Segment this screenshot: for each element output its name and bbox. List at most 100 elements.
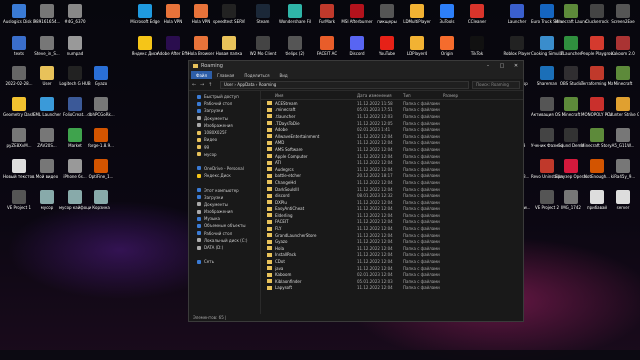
- nav-item[interactable]: Документы: [189, 201, 260, 208]
- desktop-icon[interactable]: CCleaner: [462, 4, 492, 38]
- desktop-icon[interactable]: Launcher: [502, 4, 532, 38]
- desktop-icon[interactable]: #4G_6370: [60, 4, 90, 38]
- desktop-icon[interactable]: VE Project 1: [4, 190, 34, 224]
- title-bar[interactable]: Roaming – □ ✕: [189, 61, 523, 71]
- table-row[interactable]: Audegrcs 11.12.2022 12:04 Папка с файлами: [261, 166, 523, 173]
- nav-item[interactable]: DATA (D:): [189, 244, 260, 251]
- nav-item[interactable]: Видео: [189, 136, 260, 143]
- table-row[interactable]: discord 08.01.2023 12:32 Папка с файлами: [261, 192, 523, 199]
- table-row[interactable]: DarkSoulsIII 11.12.2022 12:04 Папка с файл…: [261, 186, 523, 193]
- search-input[interactable]: Поиск: Roaming: [472, 80, 520, 89]
- desktop-icon[interactable]: Steve_in_S...: [32, 36, 62, 70]
- desktop-icon[interactable]: User: [32, 66, 62, 100]
- desktop-icon[interactable]: Auslogics Disk Defrag: [3, 4, 35, 38]
- nav-item[interactable]: мусор: [189, 151, 260, 158]
- nav-item[interactable]: Рабочий стол: [189, 100, 260, 107]
- nav-item[interactable]: Сеть: [189, 258, 260, 265]
- table-row[interactable]: AMS Software 11.12.2022 12:04 Папка с файл…: [261, 146, 523, 153]
- desktop-icon[interactable]: 3uTools: [432, 4, 462, 38]
- desktop-icon[interactable]: FurMark: [312, 4, 342, 38]
- nav-item[interactable]: Изображения: [189, 122, 260, 129]
- forward-arrow-icon[interactable]: →: [200, 82, 208, 88]
- desktop-icon[interactable]: MSI Afterburner: [341, 4, 373, 38]
- desktop-icon[interactable]: Корзина: [86, 190, 116, 224]
- desktop-icon[interactable]: Wondershare Filmora X: [279, 4, 311, 38]
- tab-view[interactable]: Вид: [274, 71, 292, 79]
- table-row[interactable]: Kiblaonfinder 05.01.2023 12:03 Папка с фай…: [261, 278, 523, 285]
- table-row[interactable]: EasyAntiCheat 11.12.2022 12:04 Папка с фай…: [261, 206, 523, 213]
- desktop-icon[interactable]: Hola VPN: [186, 4, 216, 38]
- table-row[interactable]: .TDaysToDie 11.12.2022 12:05 Папка с файла…: [261, 120, 523, 127]
- desktop-icon[interactable]: Microsoft Edge: [130, 4, 160, 38]
- desktop-icon[interactable]: Мой видео: [32, 159, 62, 193]
- nav-item[interactable]: Изображения: [189, 208, 260, 215]
- table-row[interactable]: InstallPack 11.12.2022 12:04 Папка с файла…: [261, 252, 523, 259]
- desktop-icon[interactable]: server: [608, 190, 638, 224]
- desktop-icon[interactable]: Counter Strike Global Off...: [607, 97, 639, 131]
- desktop-icon[interactable]: numpad: [60, 36, 90, 70]
- desktop-icon[interactable]: forge-1.8.9...: [86, 128, 116, 162]
- table-row[interactable]: FACEIT 11.12.2022 12:04 Папка с файлами: [261, 219, 523, 226]
- column-date[interactable]: Дата изменения: [357, 93, 403, 98]
- nav-item[interactable]: Быстрый доступ: [189, 93, 260, 100]
- desktop-icon[interactable]: OptiFine_1...: [86, 159, 116, 193]
- desktop-icon[interactable]: Steam: [248, 4, 278, 38]
- table-row[interactable]: battle-etcher 20.12.2022 18:17 Папка с фай…: [261, 173, 523, 180]
- table-row[interactable]: CDot 11.12.2022 12:04 Папка с файлами: [261, 258, 523, 265]
- nav-item[interactable]: gg: [189, 143, 260, 150]
- nav-item[interactable]: Локальный диск (C:): [189, 237, 260, 244]
- desktop-icon[interactable]: A5_G11W...: [608, 128, 638, 162]
- column-type[interactable]: Тип: [403, 93, 443, 98]
- up-arrow-icon[interactable]: ↑: [208, 82, 216, 88]
- tab-share[interactable]: Поделиться: [239, 71, 274, 79]
- nav-item[interactable]: 1080X025F: [189, 129, 260, 136]
- table-row[interactable]: Gyazo 11.12.2022 12:04 Папка с файлами: [261, 238, 523, 245]
- table-row[interactable]: java 11.12.2022 12:04 Папка с файлами: [261, 265, 523, 272]
- table-row[interactable]: Hola 11.12.2022 12:04 Папка с файлами: [261, 245, 523, 252]
- nav-item[interactable]: Яндекс.Диск: [189, 172, 260, 179]
- desktop-icon[interactable]: EML Launcher: [32, 97, 62, 131]
- desktop-icon[interactable]: Screen2Exe: [608, 4, 638, 38]
- table-row[interactable]: ChangeHd 11.12.2022 12:04 Папка с файлами: [261, 179, 523, 186]
- table-row[interactable]: Adobe 02.01.2023 1:41 Папка с файлами: [261, 126, 523, 133]
- nav-item[interactable]: Этот компьютер: [189, 186, 260, 193]
- desktop-icon[interactable]: texts: [4, 36, 34, 70]
- table-row[interactable]: FLY 11.12.2022 12:04 Папка с файлами: [261, 225, 523, 232]
- column-size[interactable]: Размер: [443, 93, 483, 98]
- desktop-icon[interactable]: пикщеры: [372, 4, 402, 38]
- desktop-icon[interactable]: speedtest SERVER: [213, 4, 245, 38]
- table-row[interactable]: DXPlu 11.12.2022 12:04 Папка с файлами: [261, 199, 523, 206]
- table-row[interactable]: ATI 11.12.2022 12:04 Папка с файлами: [261, 159, 523, 166]
- table-row[interactable]: ACEStream 11.12.2022 11:58 Папка с файлами: [261, 100, 523, 107]
- desktop-icon[interactable]: pyZE8XvM...: [4, 128, 34, 162]
- nav-item[interactable]: Загрузки: [189, 194, 260, 201]
- nav-item[interactable]: Объемные объекты: [189, 222, 260, 229]
- column-name[interactable]: Имя: [261, 93, 357, 98]
- desktop-icon[interactable]: мусор: [32, 190, 62, 224]
- table-row[interactable]: AllwaveEntertainment 11.12.2022 12:04 Папк…: [261, 133, 523, 140]
- desktop-icon[interactable]: kiRa45y_9...: [608, 159, 638, 193]
- table-row[interactable]: Lapysoft 11.12.2022 12:04 Папка с файлами: [261, 285, 523, 292]
- desktop-icon[interactable]: ZAV20S...: [32, 128, 62, 162]
- table-row[interactable]: Kaboom 02.01.2023 12:04 Папка с файлами: [261, 271, 523, 278]
- desktop-icon[interactable]: Adobe After Effects 2019: [157, 36, 189, 70]
- nav-item[interactable]: Загрузки: [189, 107, 260, 114]
- table-row[interactable]: AMD 11.12.2022 12:04 Папка с файлами: [261, 140, 523, 147]
- desktop-icon[interactable]: LDMultiPlayer: [402, 4, 432, 38]
- table-row[interactable]: GrandLauncherStore 11.12.2022 12:04 Папка …: [261, 232, 523, 239]
- minimize-button[interactable]: –: [481, 61, 495, 71]
- desktop-icon[interactable]: 2022-02-28...: [4, 66, 34, 100]
- desktop-icon[interactable]: Geometry Dash v2.112: [3, 97, 35, 131]
- maximize-button[interactable]: □: [495, 61, 509, 71]
- tab-home[interactable]: Главная: [212, 71, 239, 79]
- desktop-icon[interactable]: Minecraft: [608, 66, 638, 100]
- nav-item[interactable]: Рабочий стол: [189, 230, 260, 237]
- desktop-icon[interactable]: Hola VPN: [158, 4, 188, 38]
- table-row[interactable]: Elderling 11.12.2022 12:04 Папка с файлами: [261, 212, 523, 219]
- table-row[interactable]: .minecraft 05.01.2023 17:51 Папка с файлам…: [261, 107, 523, 114]
- tab-file[interactable]: Файл: [191, 71, 213, 79]
- desktop-icon[interactable]: Gyazo: [86, 66, 116, 100]
- nav-item[interactable]: Документы: [189, 115, 260, 122]
- desktop-icon[interactable]: Яндекс Диск: [130, 36, 160, 70]
- file-explorer-window[interactable]: Roaming – □ ✕ Файл Главная Поделиться Ви…: [188, 60, 524, 322]
